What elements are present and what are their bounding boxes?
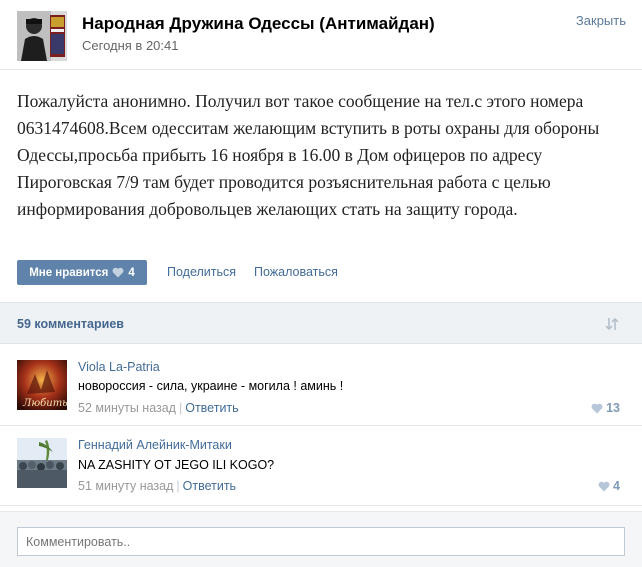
comment-item: Любить Viola La-Patria новороссия - сила… xyxy=(0,344,642,426)
comments-header: 59 комментариев xyxy=(0,302,642,344)
comment-avatar[interactable] xyxy=(17,438,67,488)
reply-link[interactable]: Ответить xyxy=(185,401,238,415)
comment-meta: 51 минуту назад | Ответить xyxy=(78,479,236,493)
comments-count[interactable]: 59 комментариев xyxy=(17,317,124,331)
group-avatar[interactable] xyxy=(17,11,67,61)
comment-avatar-image xyxy=(17,438,67,488)
comment-composer xyxy=(0,511,642,567)
sort-icon[interactable] xyxy=(604,316,620,332)
report-link[interactable]: Пожаловаться xyxy=(254,265,338,279)
group-title[interactable]: Народная Дружина Одессы (Антимайдан) xyxy=(82,14,435,34)
comment-text: новороссия - сила, украине - могила ! ам… xyxy=(78,379,344,393)
close-button[interactable]: Закрыть xyxy=(576,13,626,28)
like-button-label: Мне нравится xyxy=(29,266,109,279)
like-button[interactable]: Мне нравится 4 xyxy=(17,260,147,285)
comment-author[interactable]: Геннадий Алейник-Митаки xyxy=(78,438,232,452)
heart-icon xyxy=(591,403,603,413)
heart-icon xyxy=(112,267,124,278)
comment-like-count: 4 xyxy=(613,479,620,493)
avatar-caption: Любить xyxy=(22,398,67,409)
heart-icon xyxy=(598,481,610,491)
share-link[interactable]: Поделиться xyxy=(167,265,236,279)
like-count: 4 xyxy=(128,266,135,279)
comment-like[interactable]: 4 xyxy=(598,479,620,493)
group-avatar-image xyxy=(17,11,67,61)
post-date[interactable]: Сегодня в 20:41 xyxy=(82,38,178,53)
meta-separator: | xyxy=(178,401,183,415)
reply-link[interactable]: Ответить xyxy=(183,479,236,493)
comment-avatar[interactable]: Любить xyxy=(17,360,67,410)
post-header: Народная Дружина Одессы (Антимайдан) Сег… xyxy=(0,0,642,70)
comment-item: Геннадий Алейник-Митаки NA ZASHITY OT JE… xyxy=(0,426,642,506)
comment-avatar-image: Любить xyxy=(17,360,67,410)
comment-input[interactable] xyxy=(17,527,625,556)
comment-author[interactable]: Viola La-Patria xyxy=(78,360,160,374)
comment-like-count: 13 xyxy=(606,401,620,415)
comment-time[interactable]: 52 минуты назад xyxy=(78,401,176,415)
comment-meta: 52 минуты назад | Ответить xyxy=(78,401,239,415)
post-text: Пожалуйста анонимно. Получил вот такое с… xyxy=(17,91,600,219)
comment-like[interactable]: 13 xyxy=(591,401,620,415)
comment-time[interactable]: 51 минуту назад xyxy=(78,479,173,493)
meta-separator: | xyxy=(176,479,180,493)
comment-text: NA ZASHITY OT JEGO ILI KOGO? xyxy=(78,458,275,472)
